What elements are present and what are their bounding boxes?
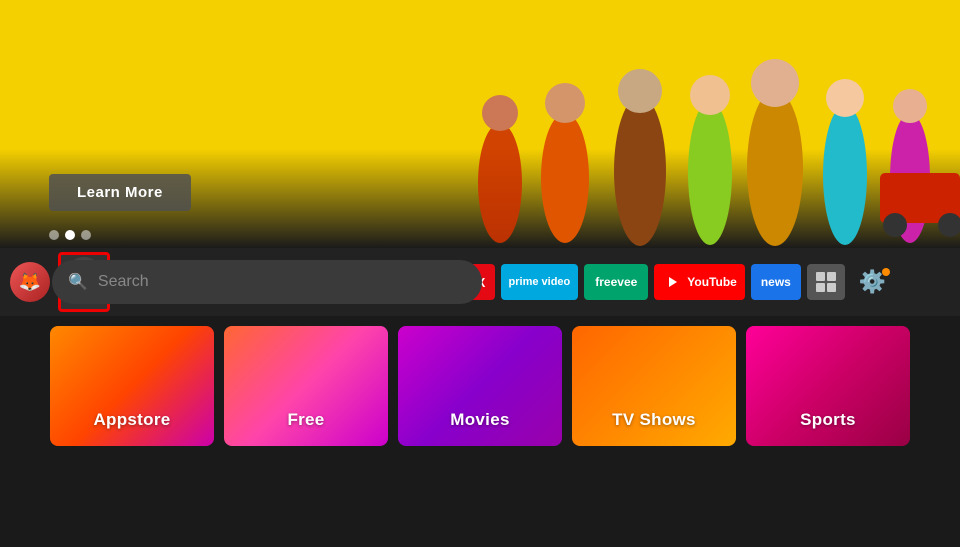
youtube-channel[interactable]: YouTube — [654, 264, 745, 300]
movies-label: Movies — [450, 410, 509, 430]
appstore-label: Appstore — [93, 410, 170, 430]
news-channel[interactable]: news — [751, 264, 801, 300]
sports-label: Sports — [800, 410, 856, 430]
learn-more-button[interactable]: Learn More — [49, 174, 191, 211]
free-label: Free — [287, 410, 324, 430]
freevee-label: freevee — [595, 275, 637, 289]
dot-2[interactable] — [65, 230, 75, 240]
primevideo-label: prime video — [509, 276, 571, 288]
freevee-channel[interactable]: freevee — [584, 264, 648, 300]
search-placeholder: Search — [98, 273, 149, 291]
avatar[interactable]: 🦊 — [10, 262, 50, 302]
primevideo-channel[interactable]: prime video — [501, 264, 579, 300]
sports-tile[interactable]: Sports — [746, 326, 910, 446]
search-icon-small: 🔍 — [68, 272, 88, 292]
apps-button[interactable] — [807, 264, 845, 300]
dot-3[interactable] — [81, 230, 91, 240]
dot-1[interactable] — [49, 230, 59, 240]
tvshows-label: TV Shows — [612, 410, 696, 430]
free-tile[interactable]: Free — [224, 326, 388, 446]
category-tiles: Appstore Free Movies TV Shows Sports — [0, 326, 960, 456]
search-bar[interactable]: 🔍 Search — [52, 260, 482, 304]
tvshows-tile[interactable]: TV Shows — [572, 326, 736, 446]
youtube-icon: YouTube — [662, 274, 737, 290]
search-overlay: 🔍 Search — [52, 248, 482, 304]
apps-grid-icon — [816, 272, 836, 292]
settings-notification-dot — [882, 268, 890, 276]
appstore-tile[interactable]: Appstore — [50, 326, 214, 446]
settings-button[interactable]: ⚙️ — [851, 264, 894, 300]
news-label: news — [761, 275, 791, 289]
hero-dots — [49, 230, 91, 240]
hero-banner: Learn More — [0, 0, 960, 248]
movies-tile[interactable]: Movies — [398, 326, 562, 446]
hero-characters — [420, 3, 960, 248]
